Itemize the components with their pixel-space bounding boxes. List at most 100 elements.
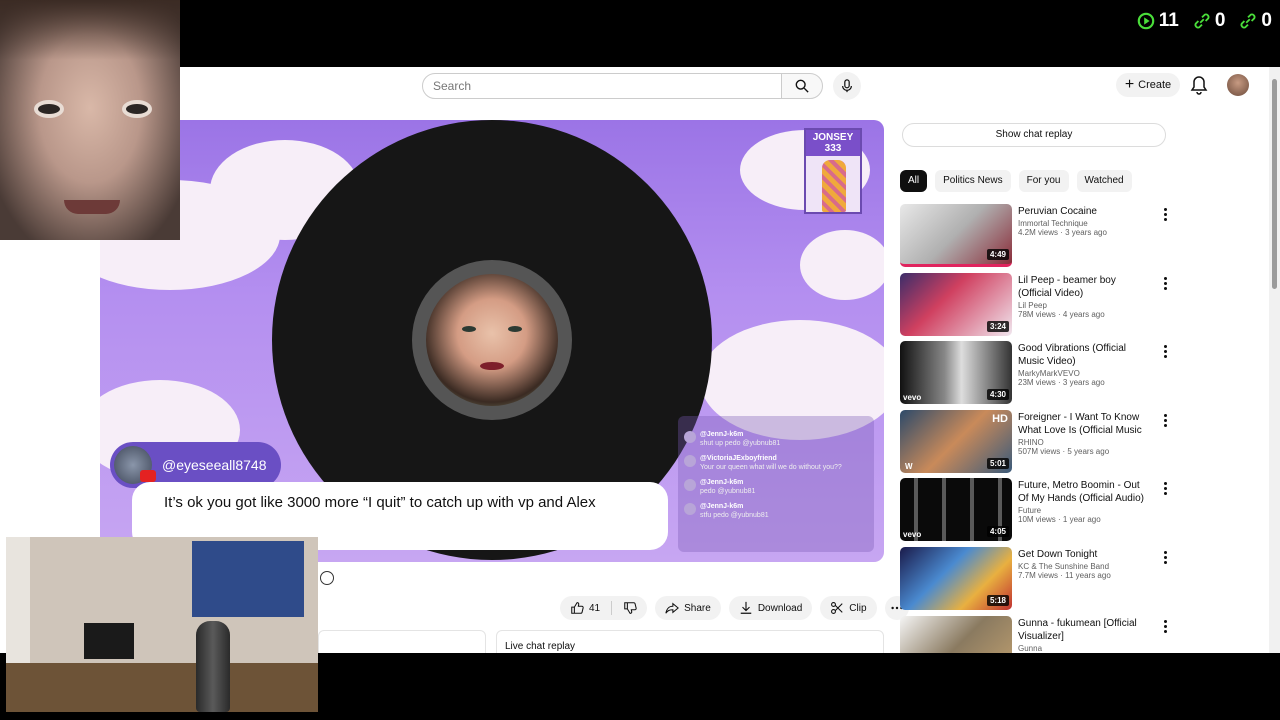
commenter-username: @eyeseeall8748	[162, 457, 267, 473]
duration-badge: 4:49	[986, 249, 1009, 260]
chip-for-you[interactable]: For you	[1018, 170, 1069, 192]
play-icon	[1137, 12, 1155, 30]
scissors-icon	[831, 602, 843, 614]
chip-politics-news[interactable]: Politics News	[935, 170, 1011, 192]
duration-badge: 5:01	[986, 457, 1009, 469]
topbar: Search + Create	[0, 67, 1280, 107]
duration-badge: 5:18	[986, 594, 1009, 606]
show-chat-replay-button[interactable]: Show chat replay	[902, 123, 1166, 147]
duration-badge: 3:24	[986, 320, 1009, 332]
create-label: Create	[1138, 79, 1172, 91]
recommendation-item[interactable]: 4:49 Peruvian Cocaine Immortal Technique…	[900, 204, 1172, 273]
recommendation-item[interactable]: HD W 5:01 Foreigner - I Want To Know Wha…	[900, 409, 1172, 479]
voice-search-button[interactable]	[833, 72, 861, 100]
channel-name[interactable]: Immortal Technique	[1018, 219, 1158, 228]
more-vertical-icon[interactable]	[1164, 550, 1168, 566]
stream-stats: 11 0 0	[1137, 10, 1272, 32]
share-button[interactable]: Share	[655, 596, 721, 620]
chat-text: Your our queen what will we do without y…	[700, 464, 842, 471]
recommendation-item[interactable]: 4:05 vevo Future, Metro Boomin - Out Of …	[900, 478, 1172, 547]
video-meta: 23M views · 3 years ago	[1018, 378, 1105, 388]
video-title[interactable]: Gunna - fukumean [Official Visualizer]	[1018, 617, 1150, 643]
stat-links-2-value: 0	[1261, 10, 1272, 31]
chat-message: @VictoriaJExboyfriend Your our queen what…	[684, 454, 868, 472]
recommendations-list: 4:49 Peruvian Cocaine Immortal Technique…	[900, 204, 1172, 653]
facecam-overlay	[0, 0, 180, 240]
video-title[interactable]: Foreigner - I Want To Know What Love Is …	[1018, 411, 1150, 438]
video-title[interactable]: Good Vibrations (Official Music Video)	[1018, 342, 1150, 368]
recommendation-item[interactable]: 5:18 Get Down Tonight KC & The Sunshine …	[900, 546, 1172, 616]
more-vertical-icon[interactable]	[1164, 345, 1168, 360]
video-thumbnail[interactable]: 4:30 vevo	[900, 341, 1012, 405]
download-button[interactable]: Download	[728, 596, 813, 620]
video-thumbnail[interactable]: 4:49	[900, 204, 1012, 267]
channel-name[interactable]: Future	[1018, 506, 1158, 515]
chat-avatar	[684, 455, 696, 467]
warner-logo: W	[905, 461, 913, 471]
filter-chips: All Politics News For you Watched	[900, 170, 1132, 192]
recommendation-item[interactable]: 3:24 Lil Peep - beamer boy (Official Vid…	[900, 272, 1172, 342]
stat-links-2: 0	[1239, 10, 1272, 32]
video-thumbnail[interactable]: 5:18	[900, 546, 1012, 610]
download-label: Download	[757, 602, 803, 614]
video-thumbnail[interactable]	[900, 615, 1012, 653]
page-scrollbar[interactable]	[1269, 67, 1280, 653]
create-button[interactable]: + Create	[1116, 73, 1180, 97]
video-meta: 10M views · 1 year ago	[1018, 515, 1101, 525]
duration-badge: 4:30	[986, 389, 1009, 401]
chip-watched[interactable]: Watched	[1076, 170, 1132, 192]
search-button[interactable]	[781, 73, 823, 99]
chat-user: @JennJ-k6m	[700, 503, 744, 510]
video-actions: 41 Share Download Clip	[560, 596, 909, 620]
live-chat-replay-panel[interactable]: Live chat replay	[496, 630, 884, 653]
search-input[interactable]: Search	[422, 73, 782, 99]
more-vertical-icon[interactable]	[1164, 482, 1168, 497]
recommendation-item[interactable]: Gunna - fukumean [Official Visualizer] G…	[900, 615, 1172, 653]
like-count: 41	[589, 602, 601, 614]
monitor	[84, 623, 134, 659]
video-thumbnail[interactable]: 3:24	[900, 272, 1012, 336]
video-meta: 507M views · 5 years ago	[1018, 446, 1110, 456]
plus-icon: +	[1124, 76, 1135, 93]
channel-name[interactable]: RHINO	[1018, 438, 1158, 447]
chat-message: @JennJ-k6m pedo @yubnub81	[684, 478, 868, 496]
more-vertical-icon[interactable]	[1164, 619, 1168, 635]
video-meta: 78M views · 4 years ago	[1018, 309, 1105, 319]
video-title[interactable]: Get Down Tonight	[1018, 548, 1150, 561]
live-chat-replay-label: Live chat replay	[505, 641, 576, 652]
duration-badge: 4:05	[986, 526, 1009, 538]
share-icon	[665, 602, 680, 614]
video-thumbnail[interactable]: HD W 5:01	[900, 409, 1012, 473]
thumbs-down-icon[interactable]	[623, 601, 637, 615]
clip-button[interactable]: Clip	[820, 596, 877, 620]
video-title[interactable]: Peruvian Cocaine	[1018, 205, 1150, 218]
channel-name[interactable]: Lil Peep	[1018, 301, 1158, 310]
video-thumbnail[interactable]: 4:05 vevo	[900, 478, 1012, 542]
like-button[interactable]: 41	[560, 596, 648, 620]
recommendation-item[interactable]: 4:30 vevo Good Vibrations (Official Musi…	[900, 341, 1172, 410]
more-vertical-icon[interactable]	[1164, 208, 1168, 223]
account-avatar[interactable]	[1227, 74, 1249, 96]
more-vertical-icon[interactable]	[1164, 276, 1168, 292]
channel-name[interactable]: Gunna	[1018, 644, 1158, 653]
link-icon	[1240, 13, 1256, 29]
scrollbar-thumb[interactable]	[1272, 79, 1277, 289]
video-meta: 7.7M views · 11 years ago	[1018, 570, 1111, 580]
screen: 11 0 0 Search + Create JONSEY 333 @JennJ…	[0, 0, 1280, 720]
chip-all[interactable]: All	[900, 170, 928, 192]
vevo-logo: vevo	[903, 530, 922, 540]
stat-links-1: 0	[1193, 10, 1225, 32]
video-title[interactable]: Lil Peep - beamer boy (Official Video)	[1018, 274, 1150, 300]
more-vertical-icon[interactable]	[1164, 413, 1168, 429]
channel-name[interactable]: MarkyMarkVEVO	[1018, 369, 1158, 378]
video-title[interactable]: Future, Metro Boomin - Out Of My Hands (…	[1018, 479, 1150, 505]
description-card[interactable]	[318, 630, 486, 653]
notifications-bell-icon[interactable]	[1190, 75, 1208, 95]
stat-plays: 11	[1137, 10, 1179, 32]
jonsey-badge-text: JONSEY 333	[806, 130, 860, 156]
search-icon	[795, 79, 809, 93]
video-player[interactable]: JONSEY 333 @JennJ-k6m shut up pedo @yubnu…	[100, 120, 884, 562]
link-icon	[1194, 13, 1210, 29]
stat-plays-value: 11	[1158, 10, 1179, 31]
channel-name[interactable]: KC & The Sunshine Band	[1018, 562, 1158, 571]
